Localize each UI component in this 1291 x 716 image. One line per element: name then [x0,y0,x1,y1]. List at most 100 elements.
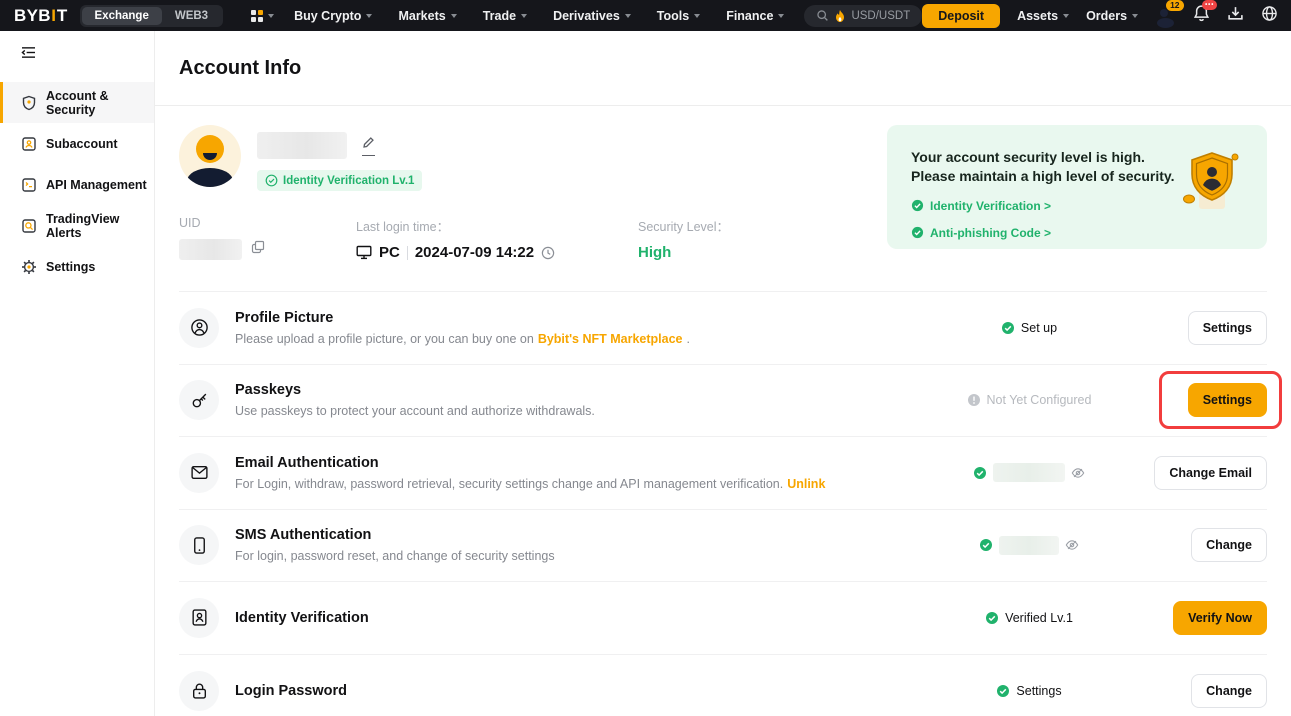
chevron-down-icon [1132,14,1138,18]
menu-tools[interactable]: Tools [657,9,700,23]
page-title: Account Info [179,31,1267,80]
row-sms-authentication: SMS Authentication For login, password r… [179,510,1267,583]
menu-assets[interactable]: Assets [1017,9,1069,23]
check-circle-icon [911,226,924,239]
menu-trade[interactable]: Trade [483,9,527,23]
row-icon-circle [179,598,219,638]
row-title: Passkeys [235,382,888,398]
row-email-authentication: Email Authentication For Login, withdraw… [179,437,1267,510]
tab-web3[interactable]: WEB3 [162,7,221,25]
security-level-block: Security Level： High [638,216,857,261]
row-title: Login Password [235,683,888,699]
apps-grid-menu[interactable] [251,10,274,22]
flame-icon [835,10,845,22]
language-button[interactable] [1261,5,1278,27]
sidebar-item-account-security[interactable]: Account & Security [0,82,154,123]
check-circle-icon [911,199,924,212]
row-identity-verification: Identity Verification Verified Lv.1 Veri… [179,582,1267,655]
eye-slash-icon[interactable] [1071,466,1085,480]
row-status: Settings [904,684,1154,698]
passkeys-settings-button[interactable]: Settings [1188,383,1267,417]
anti-phishing-code-link[interactable]: Anti-phishing Code > [911,226,1243,240]
uid-value-redacted [179,239,242,260]
copy-icon [251,240,265,254]
notification-badge: ••• [1202,0,1217,10]
menu-finance[interactable]: Finance [726,9,784,23]
row-status: Set up [904,321,1154,335]
check-circle-icon [1001,321,1015,335]
row-description: For login, password reset, and change of… [235,549,888,563]
change-email-button[interactable]: Change Email [1154,456,1267,490]
value-divider [407,246,408,260]
row-status: Verified Lv.1 [904,611,1154,625]
chevron-down-icon [778,14,784,18]
sidebar-item-tradingview-alerts[interactable]: TradingView Alerts [0,205,154,246]
apps-grid-icon [251,10,263,22]
notifications-button[interactable]: ••• [1193,4,1210,27]
row-icon-circle [179,671,219,711]
download-app-button[interactable] [1227,5,1244,27]
security-card-line1: Your account security level is high. [911,148,1176,167]
security-status-card: Your account security level is high. Ple… [887,125,1267,249]
pencil-icon [362,136,375,149]
account-avatar-menu[interactable]: 12 [1155,5,1176,26]
last-login-label: Last login time： [356,216,638,235]
row-status [904,463,1154,482]
account-info-main: Account Info Identity [155,31,1291,716]
uid-block: UID [179,216,356,261]
sidebar-item-settings[interactable]: Settings [0,246,154,287]
login-time: 2024-07-09 14:22 [415,244,534,261]
row-status [904,536,1154,555]
subaccount-icon [21,136,37,152]
sidebar-item-subaccount[interactable]: Subaccount [0,123,154,164]
clock-icon [541,246,555,260]
sidebar-item-label: Account & Security [46,89,154,117]
menu-derivatives[interactable]: Derivatives [553,9,631,23]
bybit-logo[interactable]: BYBIT [14,6,68,26]
rewards-count-badge: 12 [1166,0,1183,11]
sidebar-collapse-button[interactable] [21,46,36,64]
security-level-value: High [638,244,857,261]
menu-orders[interactable]: Orders [1086,9,1138,23]
unlink-email-link[interactable]: Unlink [787,477,825,491]
eye-slash-icon[interactable] [1065,538,1079,552]
phone-icon [190,536,209,555]
api-icon [21,177,37,193]
deposit-button[interactable]: Deposit [922,4,1000,28]
profile-picture-settings-button[interactable]: Settings [1188,311,1267,345]
top-navbar: BYBIT Exchange WEB3 Buy Crypto Markets T… [0,0,1291,31]
search-icon [816,9,829,22]
security-level-label: Security Level： [638,216,857,235]
search-input[interactable]: USD/USDT [804,5,922,27]
tab-exchange[interactable]: Exchange [82,7,162,25]
sidebar-item-api-management[interactable]: API Management [0,164,154,205]
menu-buy-crypto[interactable]: Buy Crypto [294,9,372,23]
change-phone-button[interactable]: Change [1191,528,1267,562]
chevron-down-icon [268,14,274,18]
security-settings-list: Profile Picture Please upload a profile … [179,291,1267,716]
verify-now-button[interactable]: Verify Now [1173,601,1267,635]
uid-label: UID [179,216,356,230]
row-icon-circle [179,380,219,420]
check-circle-icon [979,538,993,552]
passkey-icon [190,391,209,410]
row-title: Email Authentication [235,455,888,471]
edit-username-button[interactable] [362,136,375,156]
chevron-down-icon [451,14,457,18]
chevron-down-icon [694,14,700,18]
identity-verification-badge: Identity Verification Lv.1 [257,170,422,191]
menu-markets[interactable]: Markets [398,9,456,23]
chevron-down-icon [366,14,372,18]
row-icon-circle [179,453,219,493]
change-password-button[interactable]: Change [1191,674,1267,708]
check-circle-icon [265,174,278,187]
row-title: SMS Authentication [235,527,888,543]
lock-icon [190,681,209,700]
last-login-block: Last login time： PC 2024-07-09 14:22 [356,216,638,261]
sidebar-item-label: API Management [46,178,147,192]
copy-uid-button[interactable] [251,240,265,259]
main-menu: Buy Crypto Markets Trade Derivatives Too… [294,9,784,23]
nft-marketplace-link[interactable]: Bybit's NFT Marketplace [538,332,683,346]
search-value: USD/USDT [851,10,910,22]
row-status: Not Yet Configured [904,393,1154,407]
